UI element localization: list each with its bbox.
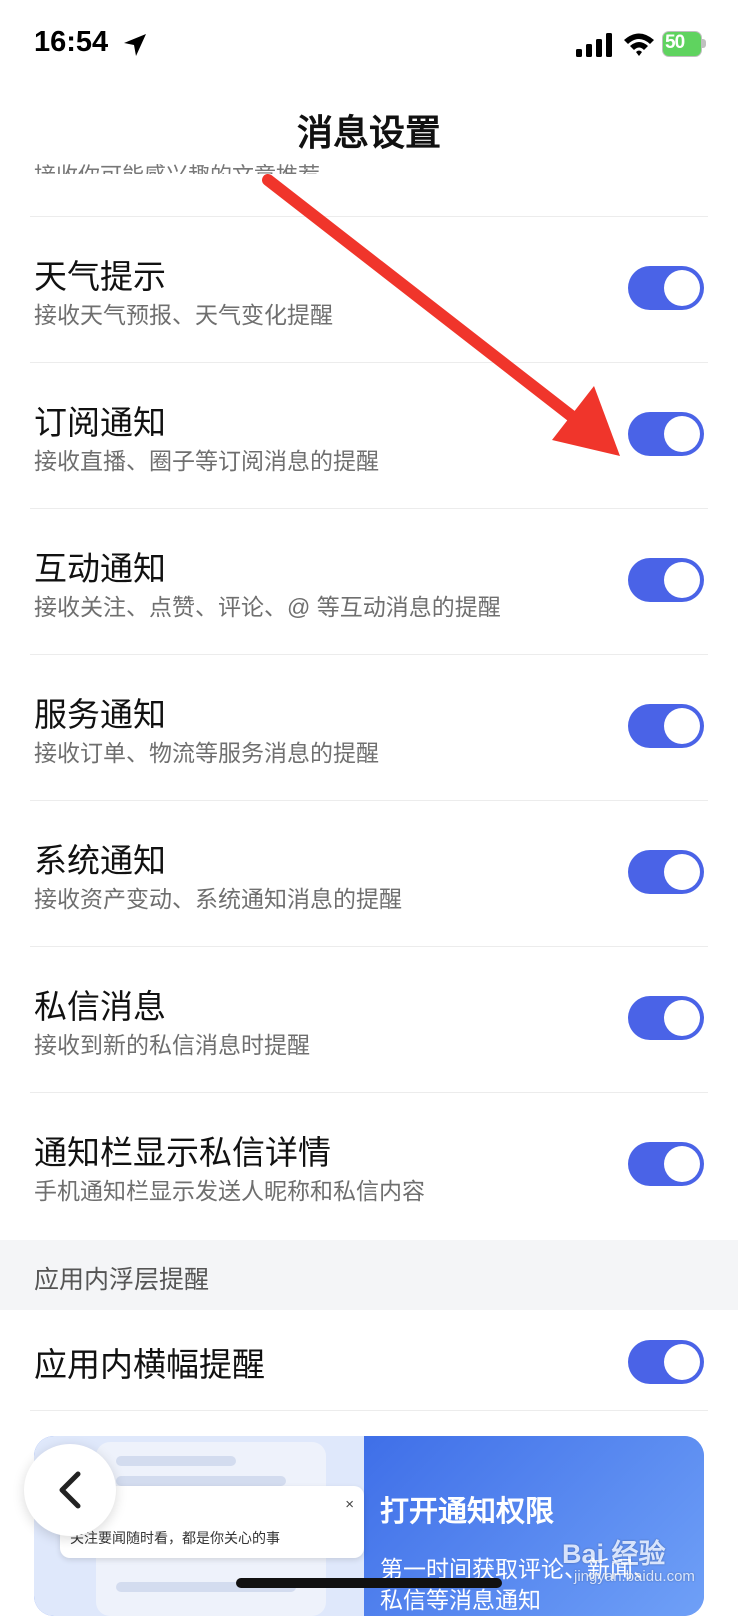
- settings-row-subscription: 订阅通知 接收直播、圈子等订阅消息的提醒: [0, 362, 738, 507]
- row-subtitle: 接收直播、圈子等订阅消息的提醒: [34, 448, 379, 474]
- row-subtitle: 接收订单、物流等服务消息的提醒: [34, 740, 379, 766]
- row-title: 互动通知: [34, 550, 166, 587]
- row-title: 天气提示: [34, 258, 166, 295]
- row-subtitle: 接收天气预报、天气变化提醒: [34, 302, 333, 328]
- watermark-site: jingyan.baidu.com: [574, 1568, 695, 1585]
- row-title: 通知栏显示私信详情: [34, 1134, 331, 1171]
- close-icon[interactable]: ×: [345, 1496, 354, 1513]
- banner-title: 打开通知权限: [380, 1496, 555, 1528]
- watermark-brand: Bai 经验: [562, 1539, 666, 1569]
- interaction-toggle[interactable]: [628, 558, 704, 602]
- divider: [30, 1410, 708, 1411]
- service-toggle[interactable]: [628, 704, 704, 748]
- row-title: 服务通知: [34, 696, 166, 733]
- row-title: 订阅通知: [34, 404, 166, 441]
- home-indicator[interactable]: [236, 1578, 502, 1588]
- settings-row-system: 系统通知 接收资产变动、系统通知消息的提醒: [0, 800, 738, 945]
- battery-level: 50: [665, 32, 685, 53]
- in-app-banner-toggle[interactable]: [628, 1340, 704, 1384]
- system-toggle[interactable]: [628, 850, 704, 894]
- settings-row-weather: 天气提示 接收天气预报、天气变化提醒: [0, 216, 738, 361]
- page-title: 消息设置: [296, 112, 441, 153]
- row-title: 应用内横幅提醒: [34, 1346, 265, 1383]
- row-subtitle: 接收资产变动、系统通知消息的提醒: [34, 886, 402, 912]
- settings-row-service: 服务通知 接收订单、物流等服务消息的提醒: [0, 654, 738, 799]
- notification-preview-body: 关注要闻随时看，都是你关心的事: [70, 1530, 280, 1546]
- status-time: 16:54: [34, 26, 109, 58]
- settings-row-interaction: 互动通知 接收关注、点赞、评论、@ 等互动消息的提醒: [0, 508, 738, 653]
- settings-row-notification-details: 通知栏显示私信详情 手机通知栏显示发送人昵称和私信内容: [0, 1092, 738, 1237]
- location-arrow-icon: [124, 34, 146, 56]
- battery-indicator: 50: [662, 31, 706, 57]
- status-bar: 16:54 50: [0, 0, 738, 92]
- settings-row-in-app-banner: 应用内横幅提醒: [0, 1310, 738, 1410]
- private-message-toggle[interactable]: [628, 996, 704, 1040]
- row-title: 系统通知: [34, 842, 166, 879]
- row-subtitle: 接收到新的私信消息时提醒: [34, 1032, 310, 1058]
- row-subtitle: 手机通知栏显示发送人昵称和私信内容: [34, 1178, 425, 1204]
- cellular-signal-icon: [576, 33, 612, 57]
- section-title: 应用内浮层提醒: [34, 1266, 210, 1294]
- partial-settings-row: 接收你可能感兴趣的文章推荐: [34, 156, 694, 216]
- subscription-toggle[interactable]: [628, 412, 704, 456]
- watermark: Bai 经验 jingyan.baidu.com: [556, 1532, 726, 1592]
- settings-row-private-message: 私信消息 接收到新的私信消息时提醒: [0, 946, 738, 1091]
- weather-toggle[interactable]: [628, 266, 704, 310]
- back-button[interactable]: [24, 1444, 116, 1536]
- section-header: 应用内浮层提醒: [0, 1240, 738, 1310]
- chevron-left-icon: [59, 1471, 81, 1509]
- notification-details-toggle[interactable]: [628, 1142, 704, 1186]
- row-subtitle: 接收关注、点赞、评论、@ 等互动消息的提醒: [34, 594, 501, 620]
- row-title: 私信消息: [34, 988, 166, 1025]
- wifi-icon: [624, 33, 654, 56]
- partial-row-subtitle: 接收你可能感兴趣的文章推荐: [34, 163, 321, 188]
